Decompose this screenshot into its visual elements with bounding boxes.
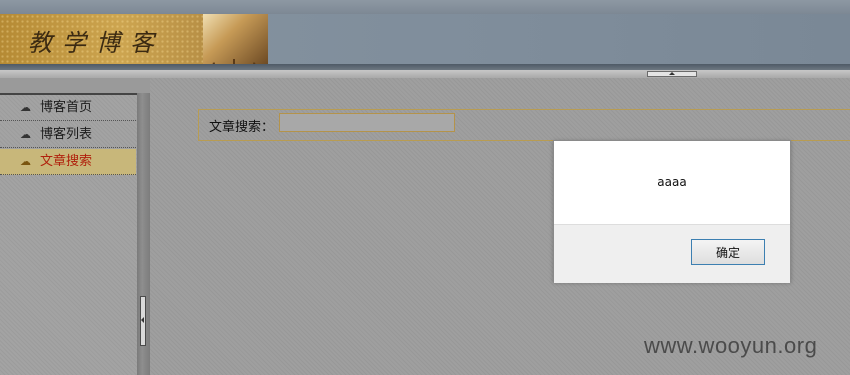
search-label: 文章搜索： <box>209 120 275 135</box>
collapse-sidebar-button[interactable] <box>140 296 146 346</box>
alert-message: aaaa <box>657 175 687 189</box>
top-strip <box>0 0 850 14</box>
cloud-icon: ☁ <box>20 101 31 114</box>
sidebar-item-article-search[interactable]: ☁ 文章搜索 <box>0 149 136 175</box>
watermark: www.wooyun.org <box>644 333 818 358</box>
book-fan-icon <box>203 14 268 64</box>
sidebar-item-label: 文章搜索 <box>40 154 93 169</box>
top-splitter <box>0 70 850 78</box>
alert-footer: 确定 <box>554 224 790 283</box>
ok-button[interactable]: 确定 <box>691 239 765 265</box>
cloud-icon: ☁ <box>20 128 31 141</box>
banner-title: 教学博客 <box>28 29 164 57</box>
collapse-header-button[interactable] <box>647 71 697 77</box>
search-input[interactable] <box>279 113 455 132</box>
alert-dialog: aaaa 确定 <box>553 140 791 283</box>
cloud-icon: ☁ <box>20 155 31 168</box>
sidebar-item-blog-list[interactable]: ☁ 博客列表 <box>0 122 136 148</box>
sidebar-item-label: 博客首页 <box>40 100 93 115</box>
sidebar-item-blog-home[interactable]: ☁ 博客首页 <box>0 95 136 121</box>
sidebar-item-label: 博客列表 <box>40 127 93 142</box>
